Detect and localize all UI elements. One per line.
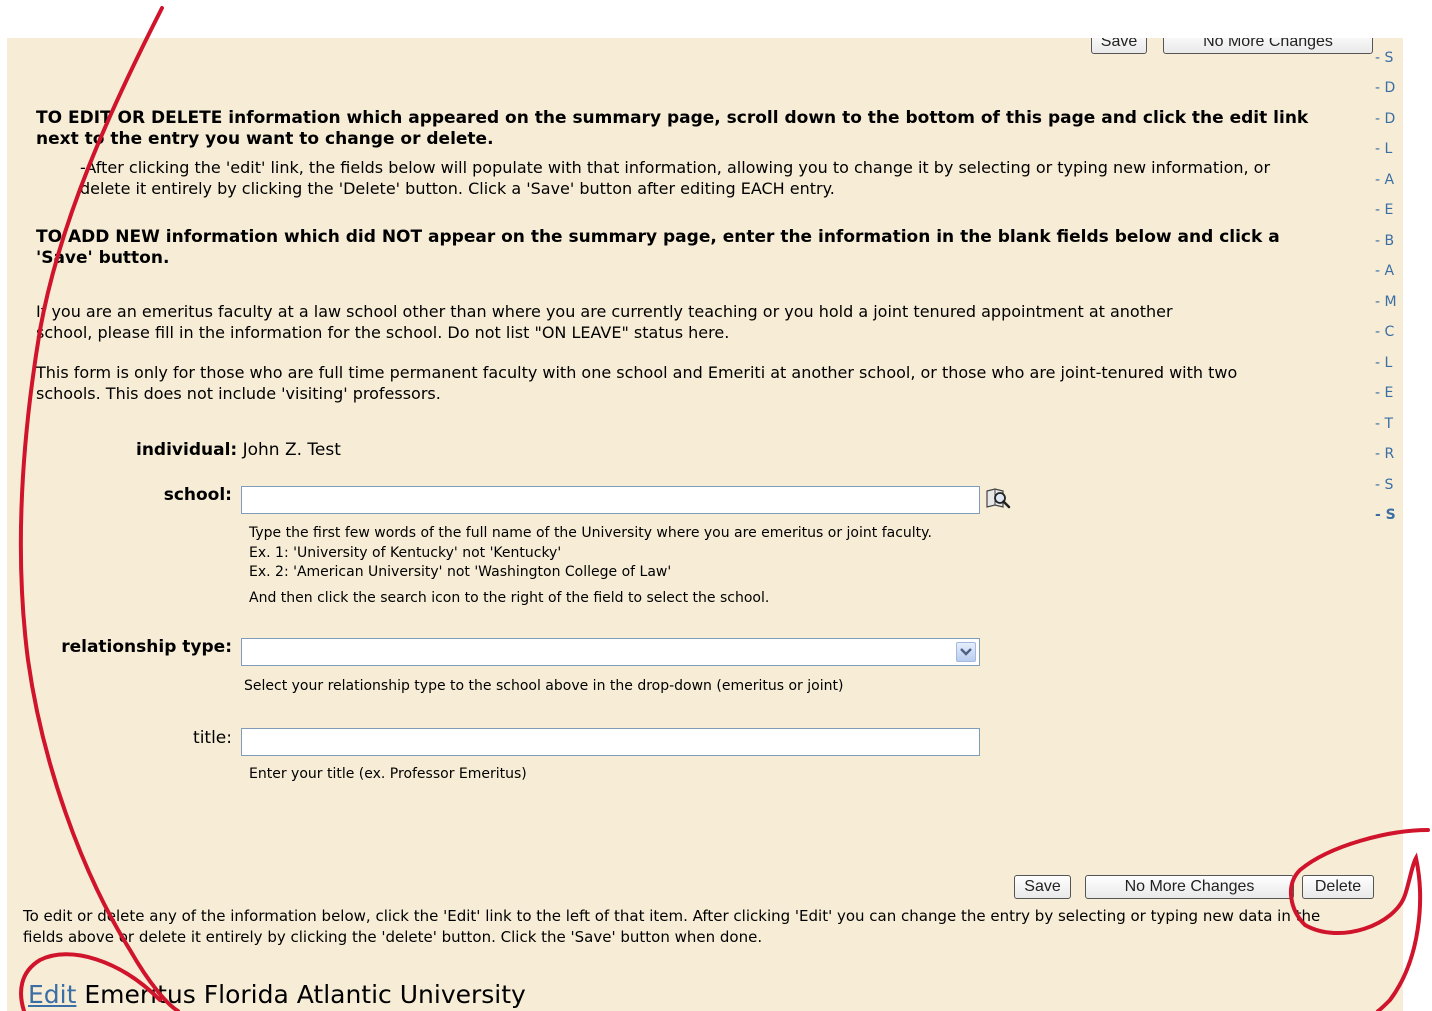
annotation-overlay	[18, 6, 1430, 1011]
annotation-stroke	[18, 6, 180, 1011]
annotation-stroke	[1288, 828, 1430, 1011]
